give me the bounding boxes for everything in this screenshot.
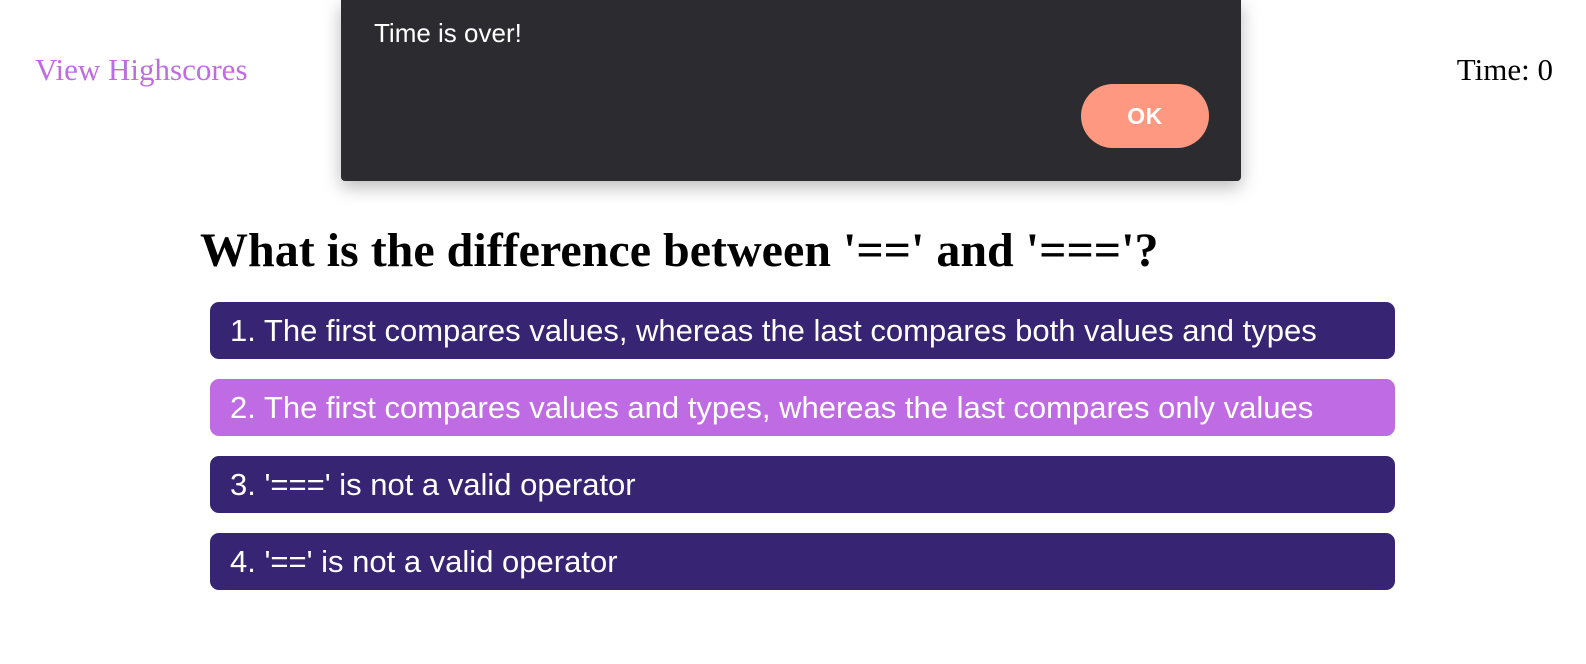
answer-button-2[interactable]: 2. The first compares values and types, … [210,379,1395,436]
timer-display: Time: 0 [1456,52,1553,87]
answer-button-3[interactable]: 3. '===' is not a valid operator [210,456,1395,513]
alert-ok-button[interactable]: OK [1081,84,1209,148]
answer-list: 1. The first compares values, whereas th… [210,302,1395,610]
view-highscores-link[interactable]: View Highscores [35,50,248,90]
answer-button-4[interactable]: 4. '==' is not a valid operator [210,533,1395,590]
answer-button-1[interactable]: 1. The first compares values, whereas th… [210,302,1395,359]
alert-message: Time is over! [374,18,522,48]
alert-dialog: Time is over! OK [341,0,1241,181]
question-title: What is the difference between '==' and … [200,224,1159,277]
